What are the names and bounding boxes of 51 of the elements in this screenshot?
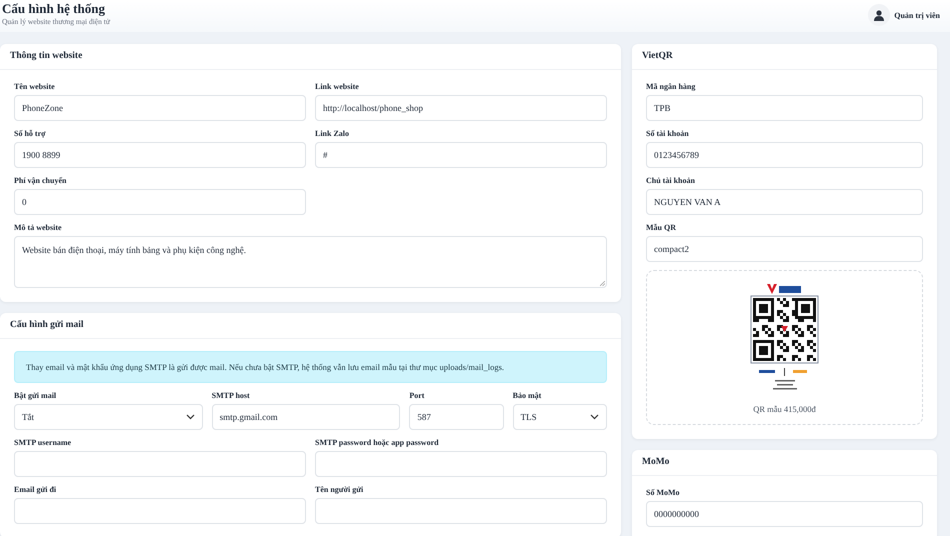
resize-handle-icon[interactable] bbox=[600, 281, 605, 286]
field-label: Link Zalo bbox=[315, 129, 350, 138]
textarea-field[interactable]: Website bán điện thoại, máy tính bảng và phụ kiện công nghệ. bbox=[14, 236, 607, 288]
field-label: Số tài khoản bbox=[646, 129, 690, 138]
select-field[interactable]: Tắt bbox=[14, 404, 203, 430]
input-field[interactable]: 1900 8899 bbox=[14, 142, 306, 168]
field-label: SMTP password hoặc app password bbox=[315, 438, 440, 447]
field-label: SMTP host bbox=[212, 391, 251, 400]
card-title: Cấu hình gửi mail bbox=[0, 313, 621, 339]
field-label: Tên người gửi bbox=[315, 485, 364, 494]
field-label: Chủ tài khoản bbox=[646, 176, 696, 185]
card-title: MoMo bbox=[632, 450, 937, 476]
user-name: Quản trị viên bbox=[894, 10, 940, 20]
chevron-down-icon bbox=[590, 414, 599, 420]
input-field[interactable]: 0 bbox=[14, 189, 306, 215]
qr-caption: QR mẫu 415,000đ bbox=[753, 404, 816, 414]
field-label: Mã ngân hàng bbox=[646, 82, 696, 91]
field-label: Số MoMo bbox=[646, 488, 681, 497]
card-title: Thông tin website bbox=[0, 44, 621, 70]
field-label: Mô tả website bbox=[14, 223, 63, 232]
input-field[interactable] bbox=[14, 451, 306, 477]
field-label: Phí vận chuyển bbox=[14, 176, 68, 185]
user-icon bbox=[874, 10, 884, 20]
input-field[interactable]: NGUYEN VAN A bbox=[646, 189, 923, 215]
info-alert: Thay email và mật khẩu ứng dụng SMTP là gửi được mail. Nếu chưa bật SMTP, hệ thống vẫn lưu email mẫu tại thư mục uploads/mail_logs. bbox=[14, 351, 607, 383]
input-field[interactable]: TPB bbox=[646, 95, 923, 121]
field-label: Port bbox=[409, 391, 426, 400]
input-field[interactable] bbox=[14, 498, 306, 524]
field-label: SMTP username bbox=[14, 438, 72, 447]
field-label: Link website bbox=[315, 82, 360, 91]
input-field[interactable] bbox=[315, 451, 607, 477]
input-field[interactable]: compact2 bbox=[646, 236, 923, 262]
field-label: Bảo mật bbox=[512, 391, 542, 400]
input-field[interactable]: smtp.gmail.com bbox=[212, 404, 400, 430]
user-avatar[interactable] bbox=[868, 4, 890, 26]
select-field[interactable]: TLS bbox=[512, 404, 607, 430]
input-field[interactable]: 587 bbox=[409, 404, 504, 430]
input-field[interactable]: 0000000000 bbox=[646, 501, 923, 527]
chevron-down-icon bbox=[186, 414, 195, 420]
input-field[interactable]: # bbox=[315, 142, 607, 168]
field-label: Số hỗ trợ bbox=[14, 129, 47, 138]
input-field[interactable]: http://localhost/phone_shop bbox=[315, 95, 607, 121]
input-field[interactable]: 0123456789 bbox=[646, 142, 923, 168]
field-label: Email gửi đi bbox=[14, 485, 58, 494]
card-title: VietQR bbox=[632, 44, 937, 70]
input-field[interactable] bbox=[315, 498, 607, 524]
field-label: Tên website bbox=[14, 82, 56, 91]
field-label: Mẫu QR bbox=[646, 223, 677, 232]
input-field[interactable]: PhoneZone bbox=[14, 95, 306, 121]
field-label: Bật gửi mail bbox=[14, 391, 58, 400]
page-title: Cấu hình hệ thống bbox=[2, 1, 106, 17]
